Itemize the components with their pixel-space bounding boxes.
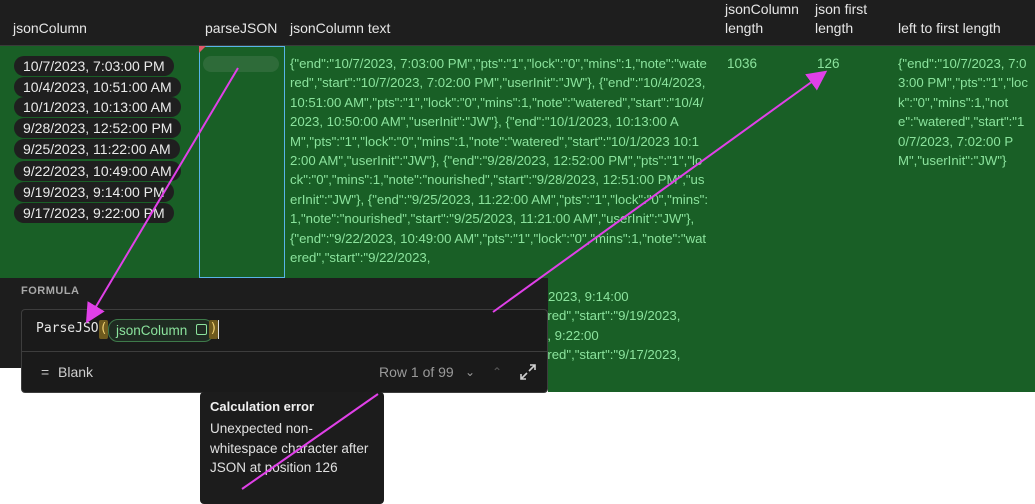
annotation-line	[241, 393, 379, 490]
annotation-arrow	[85, 67, 239, 324]
annotation-arrows	[85, 67, 828, 490]
annotation-arrow	[492, 70, 828, 313]
